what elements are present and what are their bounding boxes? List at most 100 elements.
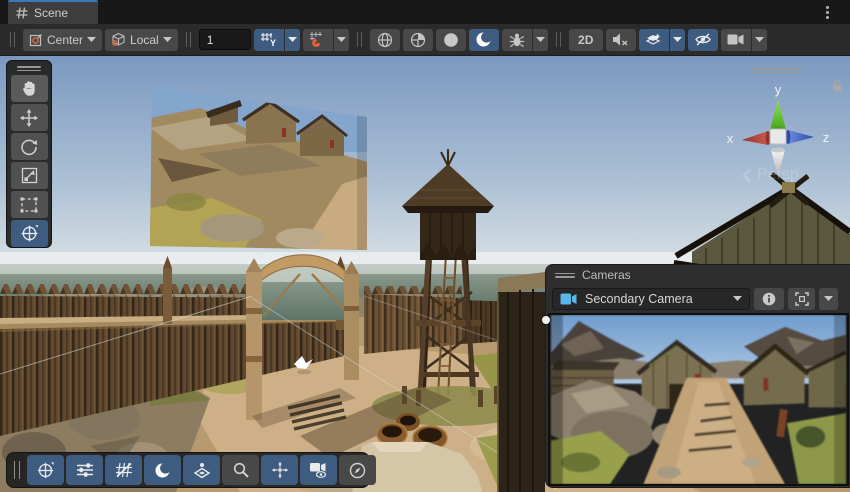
scene-camera-options[interactable] <box>752 29 767 51</box>
chevron-down-icon <box>288 37 297 42</box>
svg-text:Y: Y <box>270 38 276 47</box>
circle-filled-button[interactable] <box>436 29 466 51</box>
lighting-overlay-button[interactable] <box>144 455 181 485</box>
toolbar-drag-handle[interactable] <box>10 32 15 47</box>
view-options-handle[interactable] <box>556 32 561 47</box>
tools-overlay <box>6 60 52 248</box>
navigation-overlay-button[interactable] <box>339 455 376 485</box>
effects-overlay-button[interactable] <box>183 455 220 485</box>
transform-tools-overlay-button[interactable] <box>27 455 64 485</box>
rect-tool-icon <box>20 197 38 213</box>
chevron-down-icon <box>824 296 833 301</box>
cameras-controls: Secondary Camera <box>546 285 850 312</box>
draw-mode-section-handle[interactable] <box>357 32 362 47</box>
scene-visibility-button[interactable] <box>688 29 718 51</box>
info-icon <box>762 292 776 306</box>
overlay-dock-indicator[interactable] <box>542 316 550 324</box>
unity-scene-window: Scene Center Local <box>0 0 850 492</box>
video-camera-icon <box>560 293 577 305</box>
rotate-tool[interactable] <box>11 133 48 160</box>
sphere-wireframe-button[interactable] <box>370 29 400 51</box>
cameras-drag-handle[interactable] <box>555 271 575 280</box>
move-tool[interactable] <box>11 104 48 131</box>
compass-icon <box>349 462 366 479</box>
grid-snap-overlay-button[interactable] <box>105 455 142 485</box>
tab-label: Scene <box>34 6 68 20</box>
camera-select-dropdown[interactable]: Secondary Camera <box>552 288 750 310</box>
rect-tool[interactable] <box>11 191 48 218</box>
kebab-menu-icon[interactable] <box>823 3 832 22</box>
cameras-header: Cameras <box>546 265 850 285</box>
cameras-overlay-button[interactable] <box>300 455 337 485</box>
moon-crescent-icon <box>475 31 492 48</box>
video-camera-icon <box>727 33 745 46</box>
chevron-down-icon <box>163 37 172 42</box>
camera-info-button[interactable] <box>754 288 784 310</box>
tools-drag-handle[interactable] <box>17 64 41 73</box>
mode-2d-button[interactable]: 2D <box>569 29 603 51</box>
move-center-icon <box>271 461 289 479</box>
orientation-dropdown[interactable]: Local <box>105 29 178 51</box>
tab-bar: Scene <box>0 0 850 24</box>
debug-button[interactable] <box>502 29 532 51</box>
increment-snap-button[interactable] <box>303 29 333 51</box>
camera-split-button <box>721 29 767 51</box>
scale-tool[interactable] <box>11 162 48 189</box>
pivot-center-icon <box>29 33 43 47</box>
selected-camera-label: Secondary Camera <box>585 292 725 306</box>
grid-slash-icon <box>115 462 133 478</box>
overlay-toolbar-handle[interactable] <box>14 461 20 479</box>
scene-effects-button[interactable] <box>639 29 669 51</box>
scene-toolbar: Center Local <box>0 24 850 56</box>
increment-snap-options[interactable] <box>334 29 349 51</box>
axis-z-cone[interactable]: z <box>786 130 830 145</box>
debug-split-button <box>502 29 548 51</box>
chevron-down-icon <box>673 37 682 42</box>
chevron-down-icon <box>536 37 545 42</box>
lighting-toggle-button[interactable] <box>469 29 499 51</box>
move-icon <box>20 109 38 127</box>
gizmo-center-cube[interactable] <box>770 129 786 144</box>
pivot-dropdown[interactable]: Center <box>23 29 102 51</box>
grid-size-input[interactable] <box>199 29 251 50</box>
chevron-down-icon <box>337 37 346 42</box>
projection-toggle[interactable]: Persp <box>742 166 799 184</box>
camera-panel-menu[interactable] <box>819 288 838 310</box>
scene-effects-icon <box>645 32 662 48</box>
shadowed-building[interactable] <box>498 272 545 492</box>
grid-snap-options[interactable] <box>285 29 300 51</box>
grid-snap-button[interactable]: Y <box>254 29 284 51</box>
audio-mute-button[interactable] <box>606 29 636 51</box>
scene-camera-button[interactable] <box>721 29 751 51</box>
transform-icon <box>36 461 55 480</box>
tab-scene[interactable]: Scene <box>8 0 98 24</box>
grid-snap-split-button: Y <box>254 29 300 51</box>
magnifier-icon <box>233 462 249 478</box>
chevron-left-icon <box>742 168 752 183</box>
transform-tool[interactable] <box>11 220 48 247</box>
debug-bug-icon <box>509 32 525 48</box>
eye-slash-icon <box>694 32 712 47</box>
move-gizmos-overlay-button[interactable] <box>261 455 298 485</box>
snap-section-handle[interactable] <box>186 32 191 47</box>
overlay-toolbar <box>6 452 370 488</box>
scale-icon <box>21 167 38 184</box>
orientation-gizmo: y x z Persp <box>708 58 850 200</box>
tool-settings-overlay-button[interactable] <box>66 455 103 485</box>
mode-2d-label: 2D <box>578 33 593 47</box>
grid-icon <box>16 7 28 19</box>
pivot-label: Center <box>47 33 83 47</box>
local-cube-icon <box>111 32 126 47</box>
sphere-quarter-button[interactable] <box>403 29 433 51</box>
svg-text:z: z <box>823 130 830 145</box>
axis-x-cone[interactable]: x <box>727 131 771 146</box>
search-overlay-button[interactable] <box>222 455 259 485</box>
scene-effects-options[interactable] <box>670 29 685 51</box>
sphere-quarter-icon <box>410 32 426 48</box>
axis-y-cone[interactable]: y <box>770 84 786 133</box>
camera-maximize-button[interactable] <box>788 288 815 310</box>
view-hand-tool[interactable] <box>11 75 48 102</box>
audio-mute-icon <box>612 32 629 47</box>
gizmo-drag-handle[interactable] <box>752 66 802 75</box>
debug-options[interactable] <box>533 29 548 51</box>
